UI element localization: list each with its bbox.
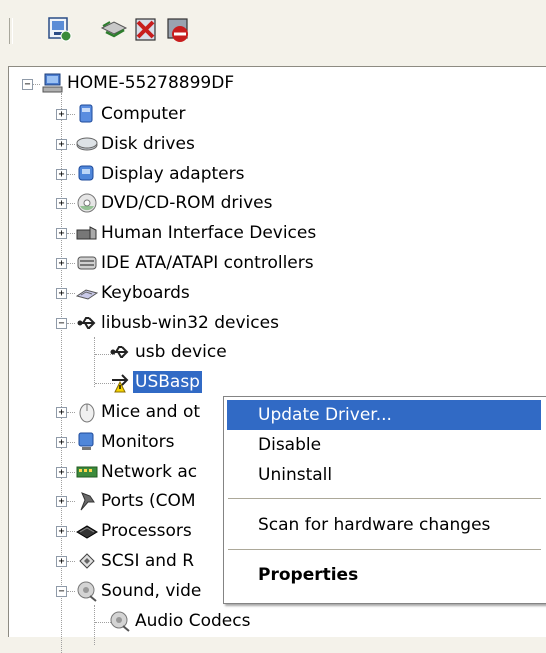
tree-expander[interactable]: + xyxy=(56,168,67,180)
tree-expander[interactable]: + xyxy=(56,407,67,418)
tree-item-label[interactable]: libusb-win32 devices xyxy=(99,312,281,334)
port-icon xyxy=(76,490,98,512)
computer-properties-icon[interactable] xyxy=(46,16,74,44)
tree-expander[interactable]: + xyxy=(56,436,67,448)
scsi-icon xyxy=(76,550,98,572)
tree-expander[interactable]: − xyxy=(56,585,67,597)
tree-connector xyxy=(67,203,75,205)
usb-icon xyxy=(76,312,98,334)
menu-scan-hardware[interactable]: Scan for hardware changes xyxy=(227,510,541,540)
menu-properties[interactable]: Properties xyxy=(227,560,541,590)
toolbar-separator xyxy=(9,18,13,44)
toolbar xyxy=(0,0,546,62)
sound-icon xyxy=(109,610,131,632)
tree-expander[interactable]: + xyxy=(56,556,67,567)
tree-item-label[interactable]: Monitors xyxy=(99,431,176,453)
mouse-icon xyxy=(76,401,98,423)
tree-item-label[interactable]: Computer xyxy=(99,103,188,125)
monitor-icon xyxy=(76,431,98,453)
tree-connector xyxy=(67,590,75,592)
root-collapse-toggle[interactable]: − xyxy=(22,79,33,90)
tree-expander[interactable]: + xyxy=(56,526,67,538)
menu-uninstall[interactable]: Uninstall xyxy=(227,460,541,490)
hid-icon xyxy=(76,222,98,244)
ide-controller-icon xyxy=(76,252,98,274)
tree-connector xyxy=(67,412,75,413)
tree-expander[interactable]: + xyxy=(56,287,67,299)
menu-update-driver[interactable]: Update Driver... xyxy=(227,400,541,430)
usb-icon xyxy=(109,341,131,363)
tree-connector xyxy=(67,561,75,562)
tree-connector xyxy=(67,441,75,443)
computer-icon xyxy=(76,103,98,125)
keyboard-icon xyxy=(75,282,99,304)
tree-expander[interactable]: + xyxy=(56,198,67,210)
tree-item-label[interactable]: Mice and ot xyxy=(99,401,202,423)
tree-item-label[interactable]: Disk drives xyxy=(99,133,197,155)
tree-root-label[interactable]: HOME-55278899DF xyxy=(65,72,236,94)
tree-item-label[interactable]: Processors xyxy=(99,520,194,542)
processor-icon xyxy=(76,520,98,542)
tree-item-label[interactable]: DVD/CD-ROM drives xyxy=(99,192,274,214)
tree-connector xyxy=(67,233,75,235)
tree-expander[interactable]: − xyxy=(56,317,67,329)
tree-item-label[interactable]: Display adapters xyxy=(99,163,246,185)
tree-connector xyxy=(67,292,75,294)
context-menu: Update Driver... Disable Uninstall Scan … xyxy=(223,396,546,604)
uninstall-icon[interactable] xyxy=(132,16,160,44)
tree-child-label[interactable]: usb device xyxy=(133,341,229,363)
display-adapter-icon xyxy=(76,163,98,185)
tree-expander[interactable]: + xyxy=(56,496,67,508)
tree-item-label[interactable]: Network ac xyxy=(99,461,199,483)
tree-connector xyxy=(67,531,75,533)
tree-connector xyxy=(94,605,95,645)
tree-connector xyxy=(67,501,75,503)
tree-expander[interactable]: + xyxy=(56,138,67,150)
tree-child-label[interactable]: Audio Codecs xyxy=(133,610,252,632)
tree-connector xyxy=(67,143,75,145)
tree-expander[interactable]: + xyxy=(56,228,67,240)
sound-icon xyxy=(76,580,98,602)
tree-connector xyxy=(67,173,75,175)
computer-root-icon xyxy=(42,72,64,94)
tree-connector xyxy=(67,322,75,324)
tree-item-label[interactable]: Human Interface Devices xyxy=(99,222,318,244)
tree-connector xyxy=(67,263,75,264)
usb-warning-icon xyxy=(109,371,131,393)
disable-icon[interactable] xyxy=(164,16,192,44)
tree-child-label[interactable]: USBasp xyxy=(133,371,202,394)
menu-separator xyxy=(228,549,541,550)
tree-expander[interactable]: + xyxy=(56,258,67,269)
tree-item-label[interactable]: Keyboards xyxy=(99,282,192,304)
tree-item-label[interactable]: Ports (COM xyxy=(99,490,198,512)
tree-item-label[interactable]: SCSI and R xyxy=(99,550,196,572)
menu-separator xyxy=(228,498,541,499)
tree-connector xyxy=(67,114,75,115)
tree-expander[interactable]: + xyxy=(56,466,67,478)
scan-hardware-icon[interactable] xyxy=(100,16,128,44)
dvd-drive-icon xyxy=(76,192,98,214)
tree-expander[interactable]: + xyxy=(56,109,67,120)
menu-disable[interactable]: Disable xyxy=(227,430,541,460)
tree-item-label[interactable]: IDE ATA/ATAPI controllers xyxy=(99,252,316,274)
tree-connector xyxy=(94,337,95,387)
disk-drive-icon xyxy=(76,133,98,155)
tree-item-label[interactable]: Sound, vide xyxy=(99,580,203,602)
network-adapter-icon xyxy=(76,461,98,483)
tree-connector xyxy=(67,471,75,473)
